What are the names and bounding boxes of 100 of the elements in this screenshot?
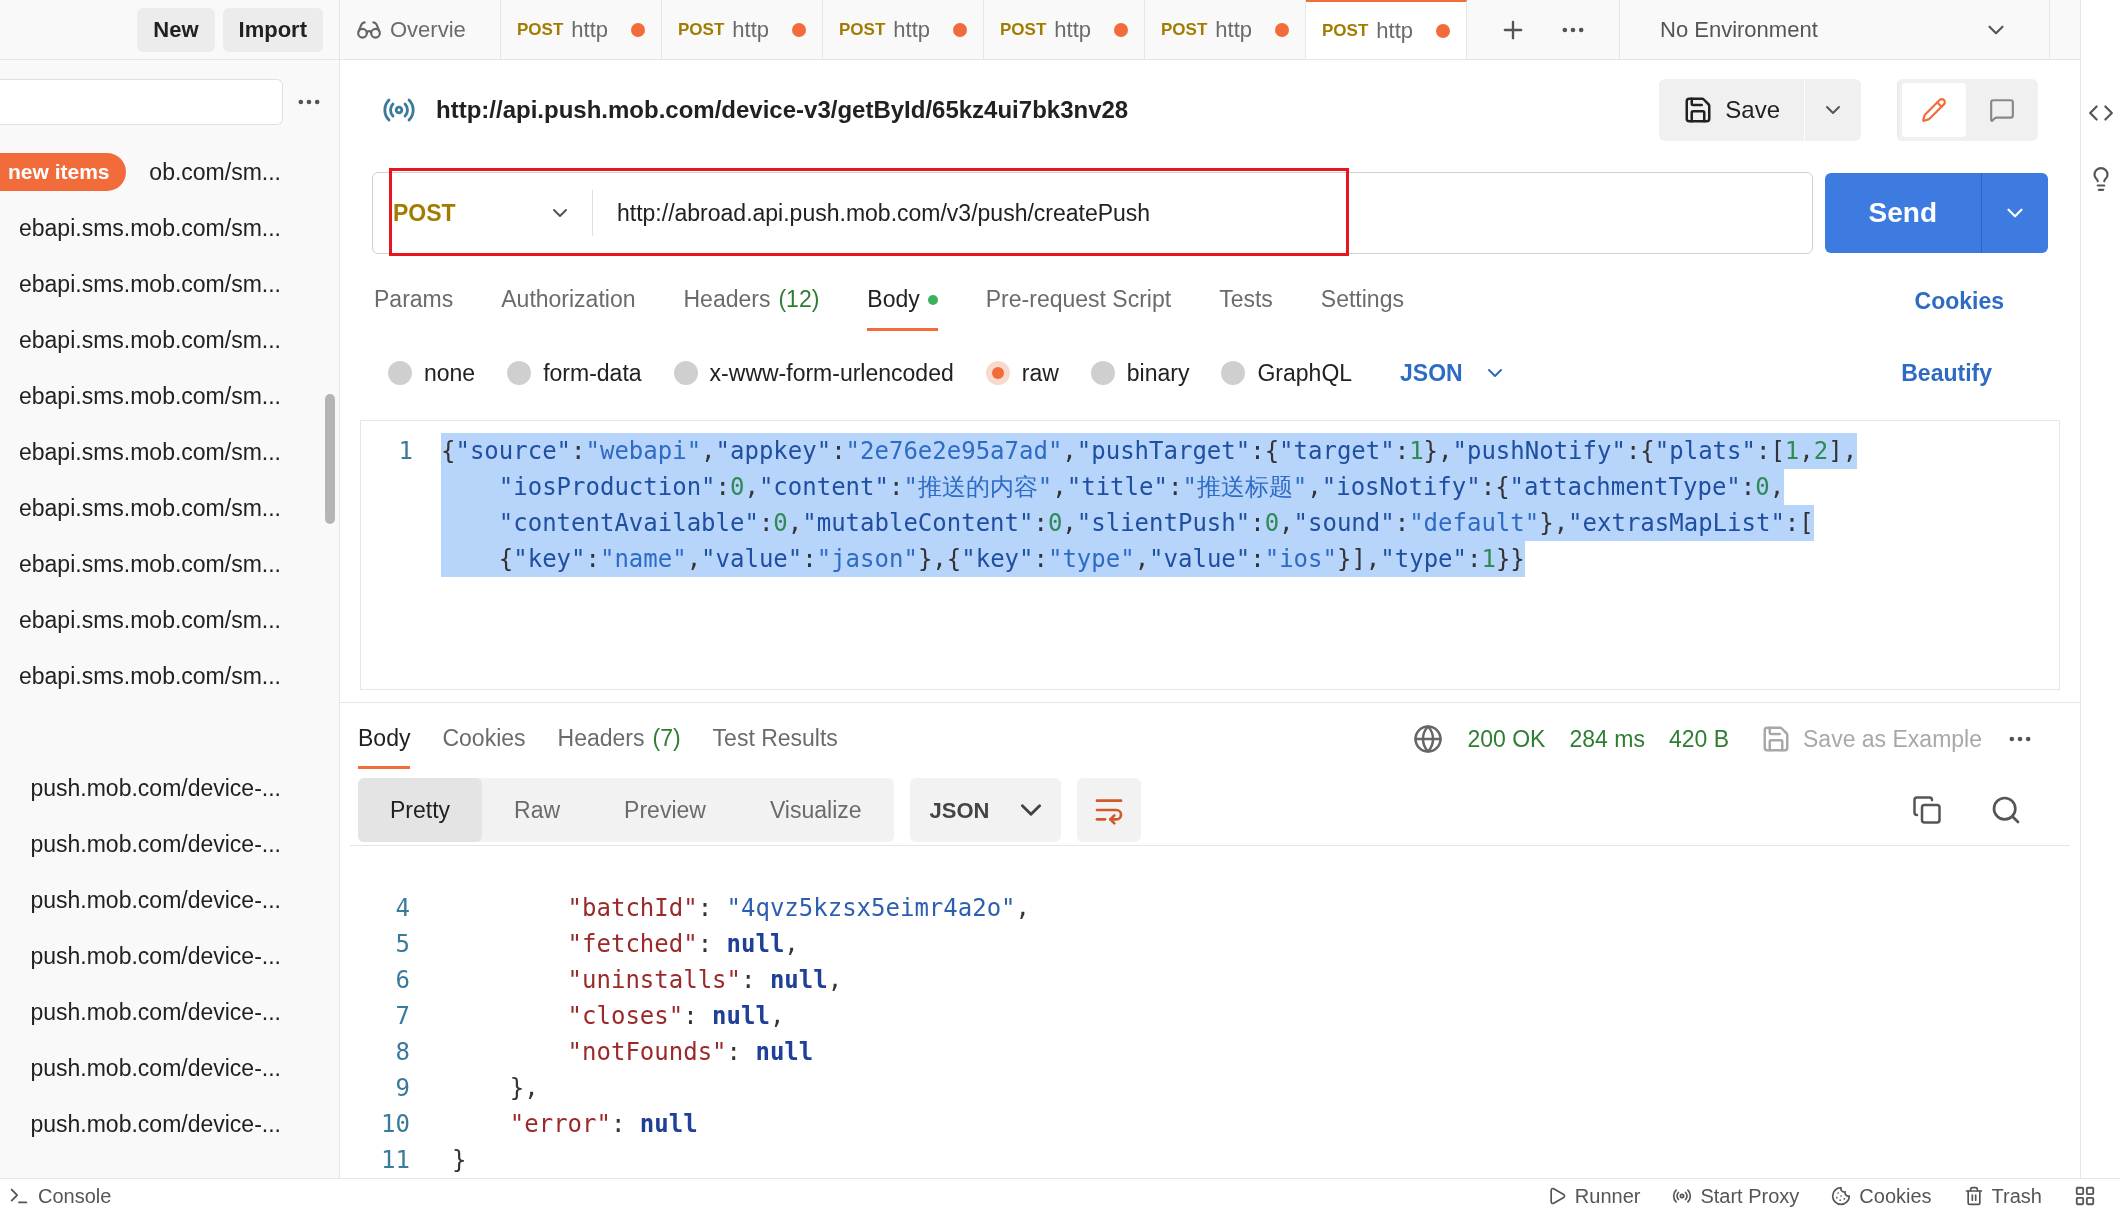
request-section-tab[interactable]: Params bbox=[374, 271, 454, 331]
sidebar-item[interactable]: ebapi.sms.mob.com/sm... bbox=[18, 490, 281, 526]
console-button[interactable]: Console bbox=[8, 1180, 112, 1211]
response-time: 284 ms bbox=[1569, 725, 1645, 755]
sidebar-item[interactable]: push.mob.com/device-... bbox=[30, 826, 281, 862]
tab-title: http bbox=[1054, 16, 1091, 44]
method-select[interactable]: POST bbox=[373, 190, 593, 236]
code-line: "fetched": null, bbox=[566, 929, 799, 960]
request-tab[interactable]: POST http bbox=[501, 0, 662, 59]
beautify-link[interactable]: Beautify bbox=[1901, 355, 1992, 391]
sidebar-item[interactable]: ob.com/sm... bbox=[149, 154, 281, 190]
sidebar-button[interactable]: New bbox=[137, 7, 215, 52]
sidebar-item[interactable]: push.mob.com/device-... bbox=[30, 1050, 281, 1086]
code-line: "uninstalls": null, bbox=[566, 965, 843, 996]
status-bar-button[interactable]: Start Proxy bbox=[1672, 1180, 1800, 1211]
sidebar-item[interactable]: push.mob.com/device-... bbox=[30, 1106, 281, 1142]
line-number: 10 bbox=[380, 1109, 411, 1140]
request-tab[interactable]: POST http bbox=[984, 0, 1145, 59]
request-section-tab[interactable]: Settings bbox=[1320, 271, 1404, 331]
request-section-tab[interactable]: Pre-request Script bbox=[985, 271, 1172, 331]
line-number: 11 bbox=[380, 1145, 411, 1176]
tab-title: http bbox=[893, 16, 930, 44]
request-section-tab[interactable]: Headers (12) bbox=[683, 271, 820, 331]
code-line: "batchId": "4qvz5kzsx5eimr4a2o", bbox=[566, 893, 1030, 924]
status-code: 200 OK bbox=[1467, 725, 1546, 755]
tab-title: http bbox=[732, 16, 769, 44]
view-tab[interactable]: Visualize bbox=[737, 778, 894, 843]
chevron-down-icon bbox=[1021, 804, 1042, 817]
response-tab[interactable]: Cookies bbox=[442, 709, 526, 770]
code-line: "error": null bbox=[508, 1109, 698, 1140]
sidebar-item[interactable]: push.mob.com/device-... bbox=[30, 994, 281, 1030]
request-tab[interactable]: Overvie bbox=[340, 0, 501, 59]
line-number: 1 bbox=[397, 436, 414, 467]
pencil-icon bbox=[1921, 97, 1947, 123]
layout-icon[interactable] bbox=[2074, 1184, 2096, 1207]
trash-icon bbox=[1963, 1185, 1984, 1206]
tab-title: Overvie bbox=[390, 16, 466, 44]
body-type-radio[interactable]: raw bbox=[985, 355, 1059, 391]
request-section-tab[interactable]: Tests bbox=[1219, 271, 1273, 331]
view-tab[interactable]: Preview bbox=[592, 778, 738, 843]
code-editor[interactable] bbox=[360, 420, 2060, 690]
sidebar-item[interactable]: ebapi.sms.mob.com/sm... bbox=[18, 322, 281, 358]
code-line: "notFounds": null bbox=[566, 1037, 814, 1068]
status-bar-button[interactable]: Runner bbox=[1546, 1180, 1641, 1211]
cookies-link[interactable]: Cookies bbox=[1914, 283, 2004, 319]
code-line: }, bbox=[508, 1073, 539, 1104]
comment-icon bbox=[1989, 97, 2015, 123]
sidebar-item[interactable]: ebapi.sms.mob.com/sm... bbox=[18, 378, 281, 414]
globe-icon[interactable] bbox=[1413, 724, 1444, 755]
copy-icon[interactable] bbox=[1912, 795, 1942, 826]
sidebar-item[interactable]: ebapi.sms.mob.com/sm... bbox=[18, 658, 281, 694]
sidebar-item[interactable]: ebapi.sms.mob.com/sm... bbox=[18, 266, 281, 302]
tab-title: http bbox=[571, 16, 608, 44]
code-line: "closes": null, bbox=[566, 1001, 785, 1032]
request-tab[interactable]: POST http bbox=[823, 0, 984, 59]
sidebar-button[interactable]: Import bbox=[222, 7, 323, 52]
sidebar-item[interactable]: ebapi.sms.mob.com/sm... bbox=[18, 602, 281, 638]
search-field[interactable] bbox=[0, 79, 283, 125]
method-label: POST bbox=[678, 18, 725, 41]
language-select[interactable]: JSON bbox=[1400, 355, 1507, 391]
sidebar-item[interactable]: push.mob.com/device-... bbox=[30, 770, 281, 806]
tab-title: http bbox=[1215, 16, 1252, 44]
method-label: POST bbox=[1161, 18, 1208, 41]
method-label: POST bbox=[1322, 19, 1369, 42]
response-tab[interactable]: Headers (7) bbox=[557, 709, 681, 770]
line-number: 9 bbox=[394, 1073, 411, 1104]
request-tab[interactable]: POST http bbox=[1306, 0, 1467, 59]
status-bar-button[interactable]: Trash bbox=[1963, 1180, 2042, 1211]
tab-title: http bbox=[1376, 17, 1413, 45]
method-label: POST bbox=[517, 18, 564, 41]
view-tab[interactable]: Pretty bbox=[358, 778, 483, 843]
code-line: } bbox=[451, 1145, 467, 1176]
url-field[interactable]: http://abroad.api.push.mob.com/v3/push/createPush bbox=[593, 195, 1151, 231]
method-label: POST bbox=[1000, 18, 1047, 41]
request-tab[interactable]: POST http bbox=[662, 0, 823, 59]
line-number: 8 bbox=[394, 1037, 411, 1068]
request-section-tab[interactable]: Body bbox=[867, 271, 938, 331]
request-section-tab[interactable]: Authorization bbox=[501, 271, 636, 331]
status-bar-button[interactable]: Cookies bbox=[1831, 1180, 1932, 1211]
sidebar-item[interactable]: push.mob.com/device-... bbox=[30, 938, 281, 974]
body-type-radio[interactable]: form-data bbox=[507, 355, 642, 391]
response-tab[interactable]: Test Results bbox=[712, 709, 838, 770]
sidebar-item[interactable]: ebapi.sms.mob.com/sm... bbox=[18, 434, 281, 470]
body-type-radio[interactable]: x-www-form-urlencoded bbox=[673, 355, 954, 391]
format-select[interactable]: JSON bbox=[909, 778, 1062, 843]
environment-select[interactable]: No Environment bbox=[1620, 0, 2050, 59]
response-tab[interactable]: Body bbox=[358, 709, 411, 770]
save-icon bbox=[1761, 724, 1791, 755]
body-type-radio[interactable]: binary bbox=[1090, 355, 1190, 391]
line-number: 5 bbox=[394, 929, 411, 960]
line-number: 6 bbox=[394, 965, 411, 996]
body-type-radio[interactable]: GraphQL bbox=[1221, 355, 1353, 391]
wrap-button[interactable] bbox=[1077, 778, 1142, 843]
sidebar-item[interactable]: ebapi.sms.mob.com/sm... bbox=[18, 546, 281, 582]
sidebar-item[interactable]: push.mob.com/device-... bbox=[30, 882, 281, 918]
sidebar-item[interactable]: ebapi.sms.mob.com/sm... bbox=[18, 210, 281, 246]
scrollbar[interactable] bbox=[325, 394, 335, 524]
edit-button[interactable] bbox=[1902, 83, 1966, 137]
view-tab[interactable]: Raw bbox=[482, 778, 593, 843]
body-type-radio[interactable]: none bbox=[388, 355, 476, 391]
